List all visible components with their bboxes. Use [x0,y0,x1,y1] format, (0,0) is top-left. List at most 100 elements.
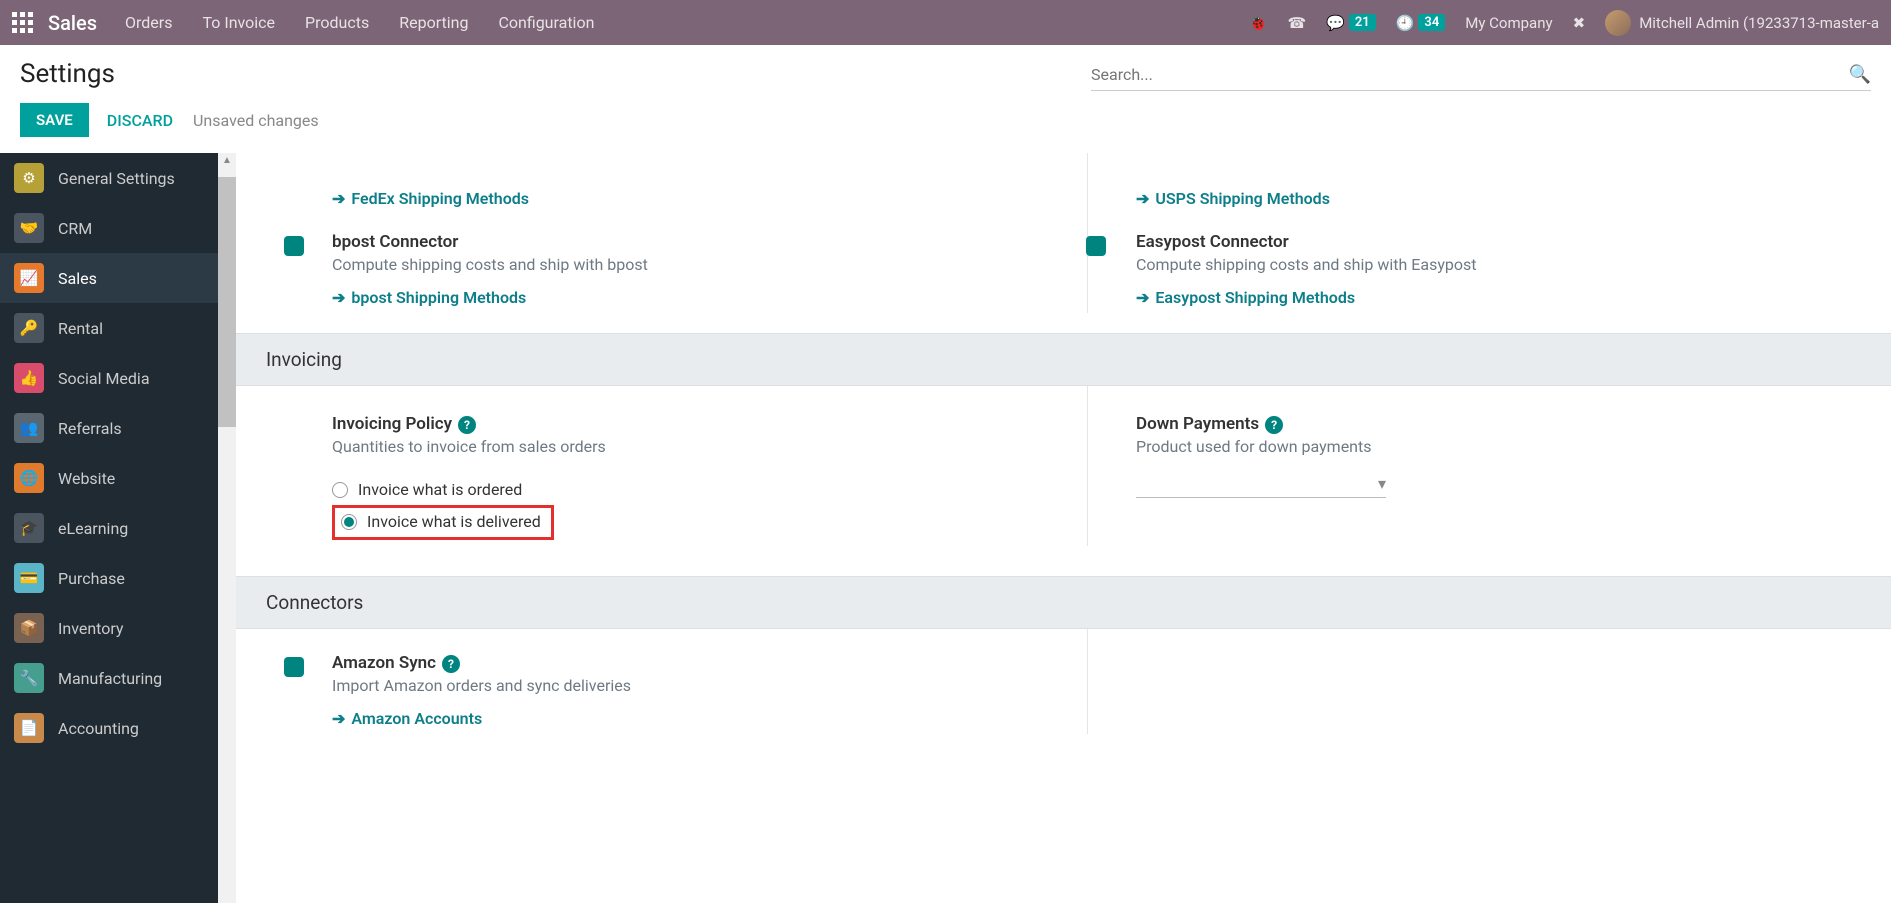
sidebar-label: Sales [58,269,97,288]
settings-sidebar: ⚙ General Settings 🤝 CRM 📈 Sales 🔑Rental 👍 Socia… [0,153,218,903]
invoicing-policy-desc: Quantities to invoice from sales orders [332,437,1063,456]
user-name: Mitchell Admin (19233713-master-a [1639,14,1879,32]
search-icon[interactable]: 🔍 [1849,64,1871,85]
amazon-accounts-link[interactable]: ➔Amazon Accounts [332,709,482,728]
action-bar: SAVE DISCARD Unsaved changes [0,91,1891,153]
activities-badge: 34 [1418,14,1445,31]
amazon-title: Amazon Sync? [332,653,1063,673]
messages-badge: 21 [1349,14,1376,31]
sidebar-label: Purchase [58,569,125,588]
scroll-up-arrow[interactable]: ▲ [218,153,236,167]
sidebar-item-purchase[interactable]: 💳 Purchase [0,553,218,603]
bpost-checkbox[interactable] [284,236,304,256]
sidebar-label: eLearning [58,519,128,538]
fedex-link[interactable]: ➔FedEx Shipping Methods [332,189,529,208]
sidebar-icon: 🔧 [14,663,44,693]
sidebar-item-sales[interactable]: 📈 Sales [0,253,218,303]
scroll-thumb[interactable] [218,177,236,427]
arrow-icon: ➔ [332,288,345,307]
sidebar-icon: 📦 [14,613,44,643]
nav-reporting[interactable]: Reporting [399,13,468,32]
highlighted-option: Invoice what is delivered [332,505,554,540]
search-wrap: 🔍 [1091,59,1871,91]
down-payments-title: Down Payments? [1136,414,1867,434]
unsaved-indicator: Unsaved changes [193,111,319,130]
sidebar-label: General Settings [58,169,175,188]
easypost-checkbox[interactable] [1086,236,1106,256]
sidebar-item-referrals[interactable]: 👥 Referrals [0,403,218,453]
main: ⚙ General Settings 🤝 CRM 📈 Sales 🔑Rental 👍 Socia… [0,153,1891,903]
sidebar-icon: 📄 [14,713,44,743]
app-brand[interactable]: Sales [48,11,97,35]
user-menu[interactable]: Mitchell Admin (19233713-master-a [1605,10,1879,36]
sidebar-item-rental[interactable]: 🔑Rental [0,303,218,353]
sidebar-item-inventory[interactable]: 📦 Inventory [0,603,218,653]
help-icon[interactable]: ? [1265,416,1283,434]
sidebar-item-general-settings[interactable]: ⚙ General Settings [0,153,218,203]
arrow-icon: ➔ [332,189,345,208]
radio-icon [332,482,348,498]
sidebar-item-accounting[interactable]: 📄 Accounting [0,703,218,753]
invoicing-section-header: Invoicing [236,333,1891,386]
apps-icon[interactable] [12,12,34,34]
sidebar-item-crm[interactable]: 🤝 CRM [0,203,218,253]
easypost-link[interactable]: ➔Easypost Shipping Methods [1136,288,1355,307]
bpost-link[interactable]: ➔bpost Shipping Methods [332,288,526,307]
sidebar-icon: 💳 [14,563,44,593]
sidebar-icon: ⚙ [14,163,44,193]
easypost-title: Easypost Connector [1136,232,1867,252]
down-payments-desc: Product used for down payments [1136,437,1867,456]
sidebar-item-website[interactable]: 🌐Website [0,453,218,503]
easypost-desc: Compute shipping costs and ship with Eas… [1136,255,1867,274]
sidebar-label: Manufacturing [58,669,162,688]
arrow-icon: ➔ [332,709,345,728]
invoicing-policy-title: Invoicing Policy? [332,414,1063,434]
help-icon[interactable]: ? [458,416,476,434]
debug-icon[interactable]: 🐞 [1249,14,1268,32]
sidebar-icon: 🌐 [14,463,44,493]
avatar [1605,10,1631,36]
sidebar-label: Social Media [58,369,150,388]
sidebar-icon: 👥 [14,413,44,443]
radio-invoice-ordered[interactable]: Invoice what is ordered [332,480,1063,499]
sidebar-icon: 📈 [14,263,44,293]
discard-button[interactable]: DISCARD [107,111,173,130]
radio-invoice-delivered[interactable]: Invoice what is delivered [341,512,541,531]
control-panel: Settings 🔍 [0,45,1891,91]
nav-orders[interactable]: Orders [125,13,172,32]
sidebar-label: Referrals [58,419,122,438]
sidebar-icon: 🎓 [14,513,44,543]
sidebar-item-social-media[interactable]: 👍 Social Media [0,353,218,403]
amazon-checkbox[interactable] [284,657,304,677]
sidebar-label: Inventory [58,619,124,638]
scrollbar-track[interactable]: ▲ [218,153,236,903]
nav-products[interactable]: Products [305,13,369,32]
nav-to-invoice[interactable]: To Invoice [202,13,275,32]
sidebar-item-manufacturing[interactable]: 🔧 Manufacturing [0,653,218,703]
usps-link[interactable]: ➔USPS Shipping Methods [1136,189,1330,208]
top-navbar: Sales Orders To Invoice Products Reporti… [0,0,1891,45]
chevron-down-icon: ▾ [1378,474,1386,493]
arrow-icon: ➔ [1136,189,1149,208]
tools-icon[interactable]: ✖ [1573,14,1586,32]
messages-icon[interactable]: 💬21 [1326,14,1376,32]
page-title: Settings [20,59,115,89]
sidebar-item-elearning[interactable]: 🎓 eLearning [0,503,218,553]
sidebar-label: CRM [58,219,92,238]
company-switcher[interactable]: My Company [1465,14,1552,32]
sidebar-icon: 👍 [14,363,44,393]
sidebar-label: Accounting [58,719,139,738]
search-input[interactable] [1091,59,1841,90]
support-icon[interactable]: ☎ [1287,14,1306,32]
nav-configuration[interactable]: Configuration [498,13,594,32]
amazon-desc: Import Amazon orders and sync deliveries [332,676,1063,695]
save-button[interactable]: SAVE [20,103,89,137]
help-icon[interactable]: ? [442,655,460,673]
connectors-section-header: Connectors [236,576,1891,629]
down-payment-product-select[interactable]: ▾ [1136,470,1386,498]
sidebar-icon: 🔑 [14,313,44,343]
sidebar-icon: 🤝 [14,213,44,243]
bpost-desc: Compute shipping costs and ship with bpo… [332,255,1063,274]
activities-icon[interactable]: 🕘34 [1396,14,1446,32]
arrow-icon: ➔ [1136,288,1149,307]
